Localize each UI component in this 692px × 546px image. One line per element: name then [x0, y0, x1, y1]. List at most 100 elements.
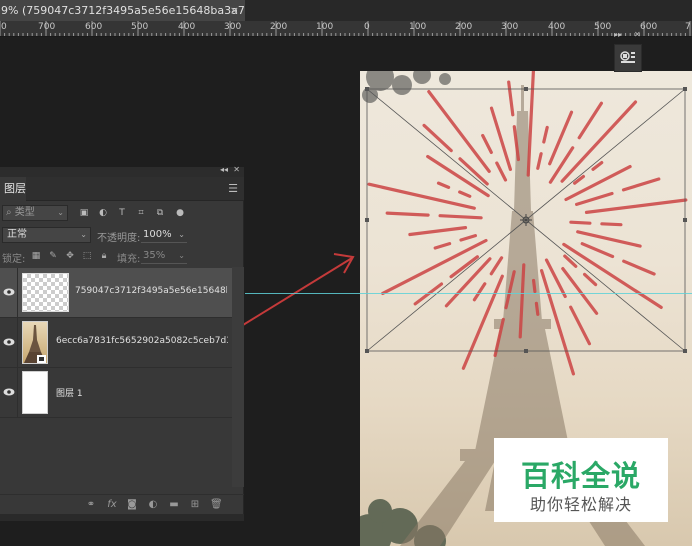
chevron-down-icon: ⌄: [178, 230, 185, 239]
filter-kind-label: 类型: [14, 207, 35, 218]
adjustment-icon[interactable]: ◐: [147, 499, 159, 511]
scrollbar[interactable]: [232, 267, 244, 487]
collapse-icon[interactable]: ▸▸: [614, 30, 622, 39]
blend-row: 正常 ⌄ 不透明度: 100% ⌄: [0, 225, 244, 245]
layer-name: 759047c3712f3495a5e56e15648ba...: [75, 286, 227, 296]
sunburst-ray: [489, 106, 512, 172]
photoshop-window: 9% (759047c3712f3495a5e56e15648ba3a7, RG…: [0, 0, 692, 546]
lock-transparency-icon[interactable]: ▦: [31, 251, 41, 261]
ruler-ticks: [0, 21, 691, 36]
ruler-label: 100: [316, 22, 334, 32]
tab-layers[interactable]: 图层: [0, 177, 26, 201]
lock-all-icon[interactable]: 🔒︎: [99, 251, 109, 261]
layer-name: 图层 1: [56, 389, 83, 399]
ruler-label: 200: [270, 22, 288, 32]
new-layer-icon[interactable]: ⊞: [189, 499, 201, 511]
image-filter-icon[interactable]: ▣: [79, 208, 89, 218]
fill-label: 填充:: [117, 254, 141, 265]
layer-thumbnail: [22, 321, 48, 364]
filter-toggle-icon[interactable]: ●: [175, 208, 185, 218]
blend-mode-select[interactable]: 正常 ⌄: [2, 227, 91, 243]
layer-row-photo[interactable]: 6ecc6a7831fc5652902a5082c5ceb7d3: [0, 318, 232, 368]
sunburst-ray: [580, 242, 615, 259]
visibility-eye-icon[interactable]: [3, 337, 15, 347]
sunburst-ray: [449, 255, 480, 279]
trash-icon[interactable]: 🗑︎: [210, 499, 223, 511]
sunburst-ray: [385, 211, 430, 217]
sunburst-ray: [584, 198, 688, 214]
ruler-label: 500: [594, 22, 612, 32]
lock-move-icon[interactable]: ✥: [65, 251, 75, 261]
sunburst-ray: [507, 80, 515, 117]
panel-collapse-bar[interactable]: ▸▸ ✕: [614, 30, 646, 40]
opacity-label: 不透明度:: [97, 233, 141, 244]
properties-icon[interactable]: [614, 44, 642, 72]
layer-row-layer1[interactable]: 图层 1: [0, 368, 232, 418]
panel-menu-icon[interactable]: ☰: [228, 182, 238, 195]
sunburst-ray: [577, 101, 603, 140]
ruler-label: 600: [85, 22, 103, 32]
properties-icon-glyph: [620, 51, 635, 63]
layer-divider: [17, 368, 18, 418]
sunburst-ray: [542, 125, 549, 144]
visibility-eye-icon[interactable]: [3, 387, 15, 397]
fx-icon[interactable]: fx: [106, 499, 118, 511]
ruler-label: 400: [548, 22, 566, 32]
sunburst-ray: [621, 177, 661, 192]
sunburst-ray: [472, 282, 487, 302]
sunburst-ray: [576, 230, 642, 248]
folder-icon[interactable]: ▬: [168, 499, 180, 511]
panel-topbar: ◂◂ ✕: [0, 165, 244, 177]
filter-kind-select[interactable]: ⌕ 类型 ⌄: [2, 205, 68, 221]
fill-input[interactable]: 35% ⌄: [141, 248, 187, 264]
eiffel-thumbnail-icon: [24, 325, 46, 363]
opacity-value: 100%: [143, 229, 172, 240]
sunburst-ray: [438, 214, 483, 220]
sunburst-ray: [489, 256, 504, 276]
sunburst-ray: [526, 71, 536, 177]
ruler-label: 300: [501, 22, 519, 32]
sunburst-ray: [561, 267, 599, 315]
collapse-icon[interactable]: ◂◂: [220, 165, 228, 174]
ruler-label: 7: [685, 22, 691, 32]
guide-line[interactable]: [245, 293, 692, 294]
opacity-input[interactable]: 100% ⌄: [141, 227, 187, 243]
close-icon[interactable]: ✕: [233, 165, 240, 174]
ruler-label: 500: [131, 22, 149, 32]
chevron-down-icon: ⌄: [57, 208, 64, 217]
search-icon: ⌕: [6, 207, 12, 218]
shape-filter-icon[interactable]: ⌗: [136, 208, 146, 218]
layer-divider: [17, 318, 18, 368]
close-icon[interactable]: ✕: [634, 30, 641, 39]
sunburst-ray: [444, 257, 492, 308]
sunburst-ray: [569, 220, 592, 225]
watermark-badge: 百科全说 助你轻松解决: [494, 438, 668, 522]
text-filter-icon[interactable]: T: [117, 208, 127, 218]
mask-icon[interactable]: ◙: [126, 499, 138, 511]
document-tab-title: 9% (759047c3712f3495a5e56e15648ba3a7, RG…: [1, 4, 245, 17]
layer-thumbnail: [22, 273, 69, 312]
close-tab-icon[interactable]: ×: [230, 0, 239, 21]
lock-paint-icon[interactable]: ✎: [48, 251, 58, 261]
sunburst-ray: [536, 152, 543, 170]
sunburst-ray: [459, 234, 478, 242]
sunburst-ray: [532, 278, 537, 293]
ruler-label: 400: [178, 22, 196, 32]
lock-artboard-icon[interactable]: ⬚: [82, 251, 92, 261]
sunburst-ray: [436, 181, 451, 190]
adjustment-filter-icon[interactable]: ◐: [98, 208, 108, 218]
ruler-label: 300: [224, 22, 242, 32]
lock-row: 锁定: ▦ ✎ ✥ ⬚ 🔒︎ 填充: 35% ⌄: [0, 246, 244, 266]
ruler-label: 700: [38, 22, 56, 32]
visibility-eye-icon[interactable]: [3, 287, 15, 297]
sunburst-ray: [367, 182, 476, 210]
lock-label: 锁定:: [2, 254, 26, 265]
sunburst-ray: [569, 305, 591, 346]
sunburst-ray: [563, 254, 578, 268]
document-tab[interactable]: 9% (759047c3712f3495a5e56e15648ba3a7, RG…: [0, 0, 245, 21]
fill-value: 35%: [143, 250, 166, 261]
horizontal-ruler[interactable]: 0 700 600 500 400 300 200 100 0 100 200 …: [0, 21, 692, 37]
smart-object-filter-icon[interactable]: ⧉: [155, 208, 165, 218]
layer-row-sunburst[interactable]: 759047c3712f3495a5e56e15648ba...: [0, 268, 232, 318]
link-icon[interactable]: ⚭: [85, 499, 97, 511]
